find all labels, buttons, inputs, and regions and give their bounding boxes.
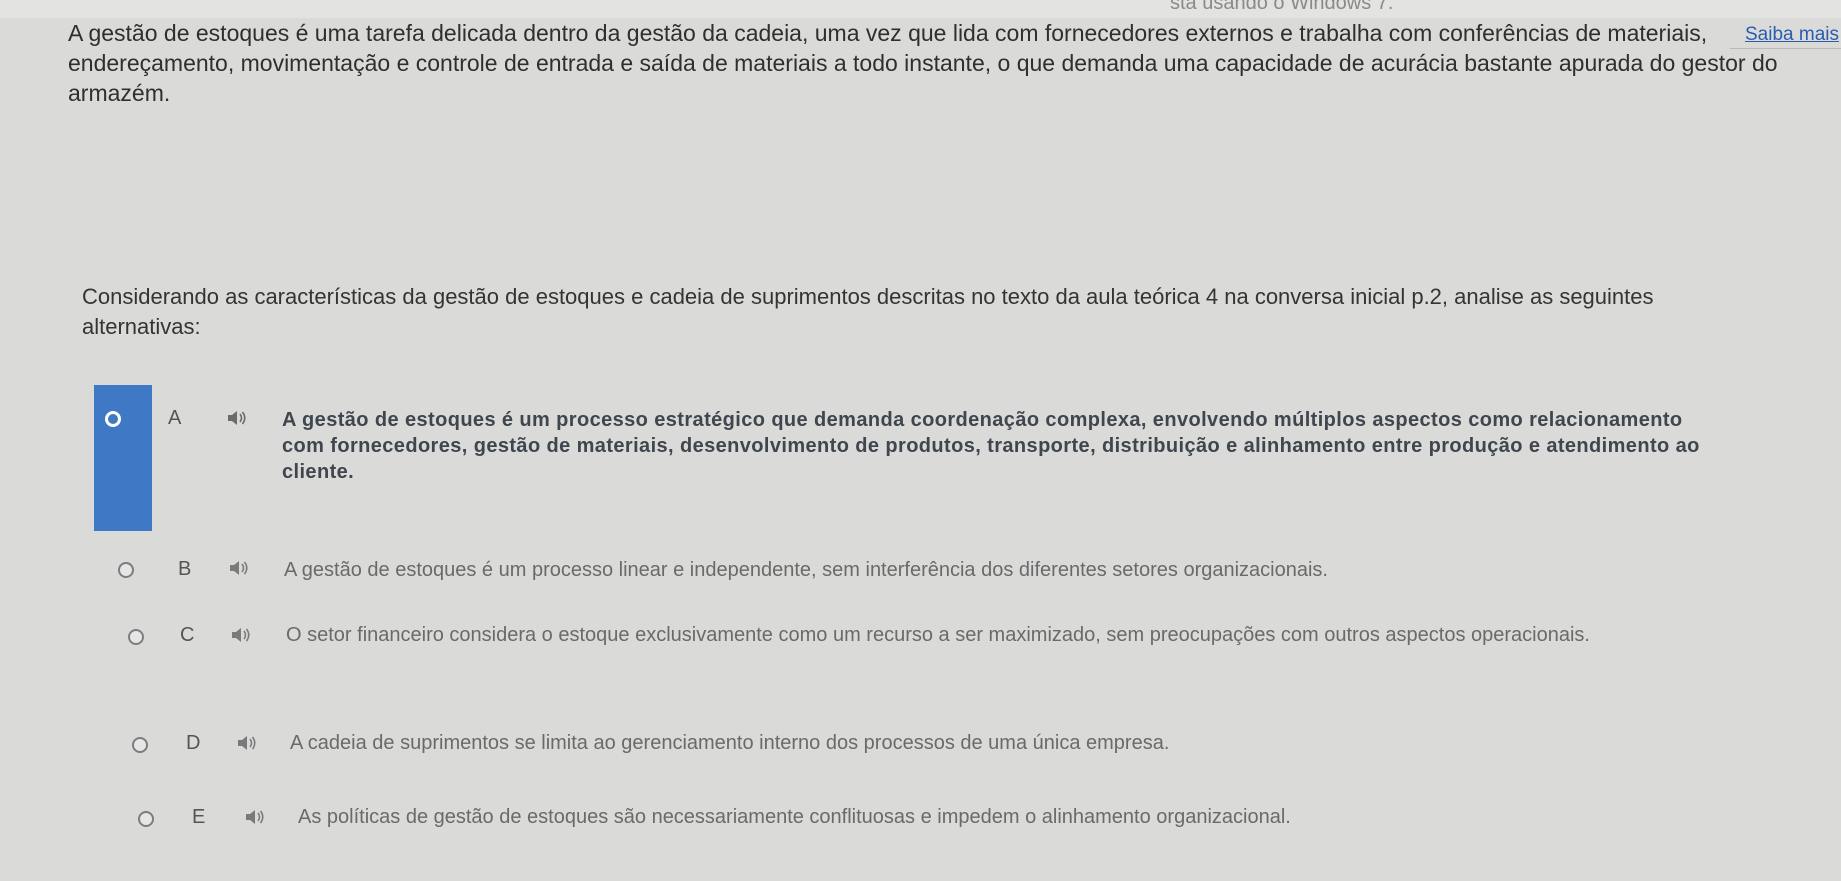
option-letter-c: C: [180, 624, 195, 646]
browser-warning-fragment: sta usando o Windows 7.: [1170, 0, 1394, 14]
option-b[interactable]: B A gestão de estoques é um processo lin…: [0, 558, 1841, 588]
option-letter-a: A: [168, 407, 182, 429]
option-text-e: As políticas de gestão de estoques são n…: [298, 806, 1291, 828]
radio-button-d[interactable]: [132, 737, 148, 753]
option-letter-e: E: [192, 806, 206, 828]
option-letter-b: B: [178, 558, 192, 580]
option-d[interactable]: D A cadeia de suprimentos se limita ao g…: [0, 732, 1841, 762]
speaker-icon[interactable]: [226, 409, 248, 427]
option-text-b: A gestão de estoques é um processo linea…: [284, 559, 1328, 581]
selected-option-highlight: [94, 385, 152, 531]
option-letter-d: D: [186, 732, 201, 754]
speaker-icon[interactable]: [228, 559, 250, 577]
option-c[interactable]: C O setor financeiro considera o estoque…: [0, 624, 1841, 680]
speaker-icon[interactable]: [230, 626, 252, 644]
radio-button-c[interactable]: [128, 629, 144, 645]
radio-button-b[interactable]: [118, 562, 134, 578]
speaker-icon[interactable]: [236, 734, 258, 752]
intro-paragraph: A gestão de estoques é uma tarefa delica…: [68, 20, 1778, 106]
option-text-d: A cadeia de suprimentos se limita ao ger…: [290, 732, 1170, 754]
option-a[interactable]: A A gestão de estoques é um processo est…: [0, 385, 1841, 531]
speaker-icon[interactable]: [244, 808, 266, 826]
option-text-a: A gestão de estoques é um processo estra…: [282, 409, 1700, 483]
radio-button-e[interactable]: [138, 811, 154, 827]
question-prompt: Considerando as características da gestã…: [82, 284, 1654, 339]
top-strip: [0, 0, 1841, 18]
option-text-c: O setor financeiro considera o estoque e…: [286, 624, 1590, 646]
option-e[interactable]: E As políticas de gestão de estoques são…: [0, 806, 1841, 836]
radio-button-a[interactable]: [105, 411, 121, 427]
